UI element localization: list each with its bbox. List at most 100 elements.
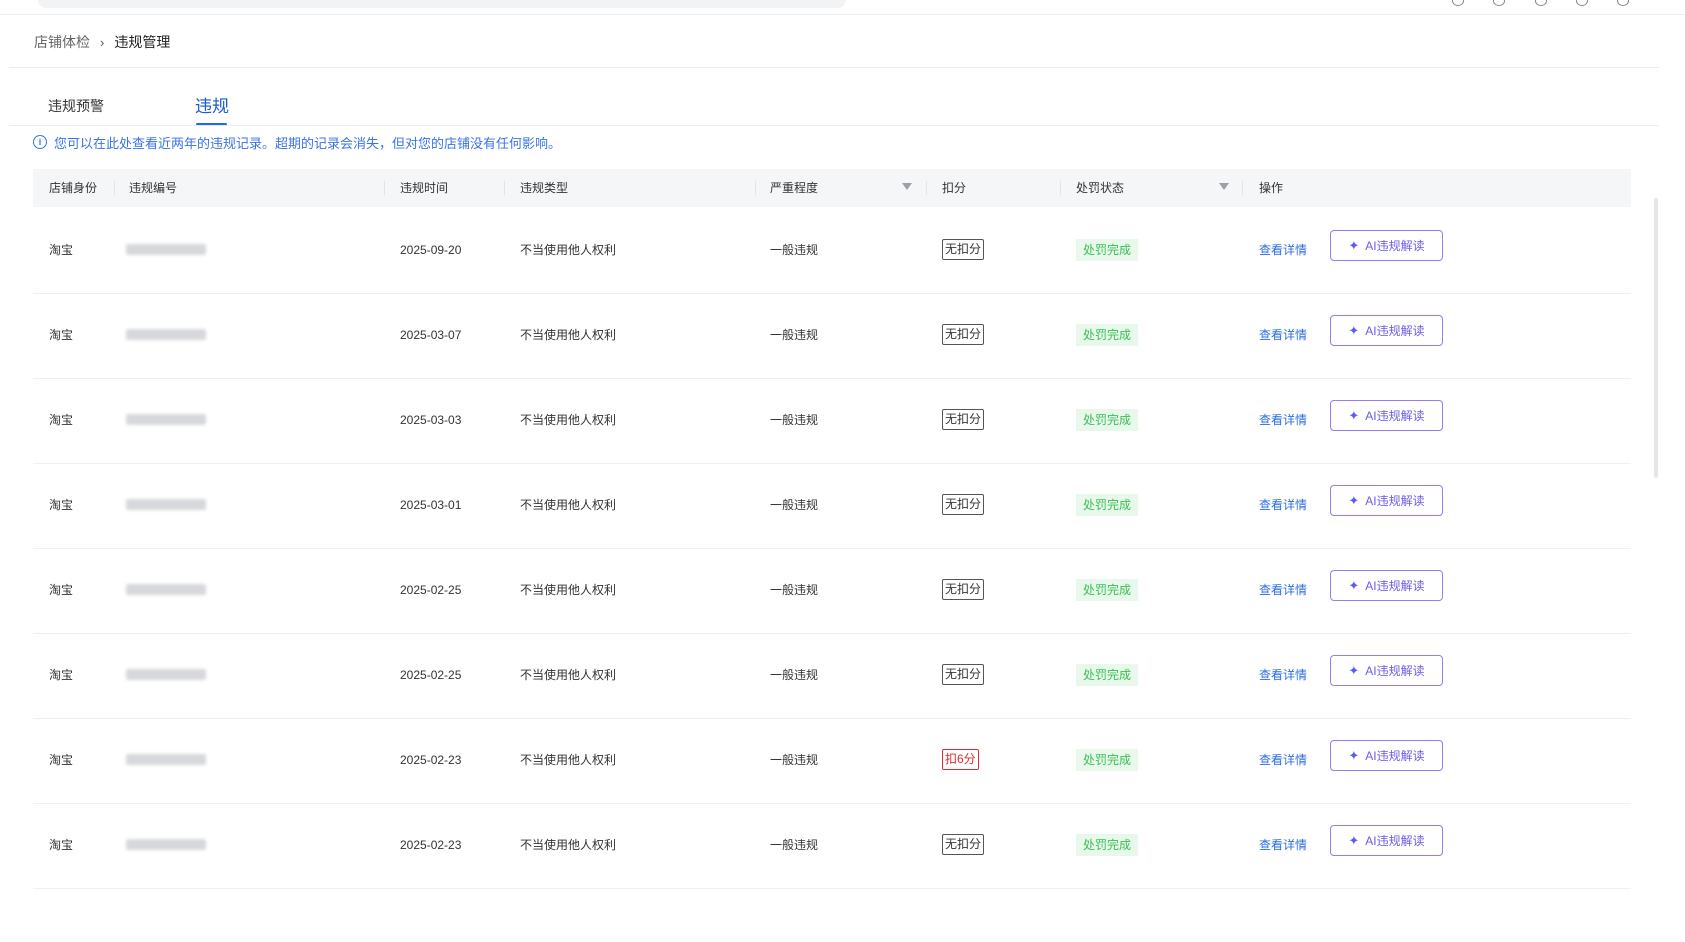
shop-identity: 淘宝 [49, 498, 74, 512]
ai-explain-button[interactable]: ✦ AI违规解读 [1330, 485, 1443, 516]
ai-explain-button[interactable]: ✦ AI违规解读 [1330, 825, 1443, 856]
violation-type: 不当使用他人权利 [520, 753, 617, 767]
deduction-badge: 无扣分 [942, 239, 985, 260]
table-row: 淘宝 2025-02-23 不当使用他人权利 一般违规 无扣分 处罚完成 查看详情 ✦ AI违规… [33, 803, 1631, 889]
severity-filter-icon[interactable] [902, 183, 912, 190]
view-details-link[interactable]: 查看详情 [1259, 548, 1307, 633]
shop-identity: 淘宝 [49, 753, 74, 767]
severity: 一般违规 [770, 753, 819, 767]
violation-no-redacted [126, 414, 206, 425]
ai-explain-button[interactable]: ✦ AI违规解读 [1330, 400, 1443, 431]
shop-identity: 淘宝 [49, 838, 74, 852]
deduction-badge: 无扣分 [942, 579, 985, 600]
header-severity: 严重程度 [770, 181, 819, 195]
column-divider [926, 181, 927, 195]
settings-icon[interactable] [1617, 0, 1629, 6]
column-divider [114, 181, 115, 195]
view-details-link[interactable]: 查看详情 [1259, 803, 1307, 888]
column-divider [1242, 181, 1243, 195]
chevron-right-icon: › [100, 34, 105, 50]
header-divider [9, 67, 1659, 68]
tab-divider [9, 125, 1659, 126]
deduction-badge: 无扣分 [942, 834, 985, 855]
violation-type: 不当使用他人权利 [520, 838, 617, 852]
breadcrumb-current: 违规管理 [114, 34, 171, 50]
table-row: 淘宝 2025-02-25 不当使用他人权利 一般违规 无扣分 处罚完成 查看详情 ✦ AI违规… [33, 548, 1631, 634]
search-bar[interactable] [38, 0, 846, 8]
message-icon[interactable] [1493, 0, 1505, 6]
top-bar [0, 0, 1685, 15]
shop-identity: 淘宝 [49, 413, 74, 427]
header-violation-time: 违规时间 [400, 181, 449, 195]
ai-explain-button[interactable]: ✦ AI违规解读 [1330, 315, 1443, 346]
status-filter-icon[interactable] [1219, 183, 1229, 190]
severity: 一般违规 [770, 838, 819, 852]
sparkle-icon: ✦ [1348, 407, 1360, 423]
violation-no-redacted [126, 584, 206, 595]
violation-date: 2025-02-23 [400, 838, 462, 852]
sparkle-icon: ✦ [1348, 747, 1360, 763]
header-penalty-status: 处罚状态 [1076, 181, 1125, 195]
ai-explain-button[interactable]: ✦ AI违规解读 [1330, 570, 1443, 601]
violation-date: 2025-02-25 [400, 583, 462, 597]
violation-type: 不当使用他人权利 [520, 243, 617, 257]
view-details-link[interactable]: 查看详情 [1259, 293, 1307, 378]
violation-type: 不当使用他人权利 [520, 328, 617, 342]
table-row: 淘宝 2025-03-07 不当使用他人权利 一般违规 无扣分 处罚完成 查看详情 ✦ AI违规… [33, 293, 1631, 379]
deduction-badge: 无扣分 [942, 494, 985, 515]
column-divider [384, 181, 385, 195]
status-badge: 处罚完成 [1076, 749, 1139, 771]
tab-violation[interactable]: 违规 [195, 92, 229, 117]
breadcrumb: 店铺体检 › 违规管理 [34, 32, 170, 52]
view-details-link[interactable]: 查看详情 [1259, 463, 1307, 548]
violation-type: 不当使用他人权利 [520, 498, 617, 512]
violation-date: 2025-02-23 [400, 753, 462, 767]
sparkle-icon: ✦ [1348, 322, 1360, 338]
sparkle-icon: ✦ [1348, 577, 1360, 593]
violation-no-redacted [126, 329, 206, 340]
violation-no-redacted [126, 499, 206, 510]
sparkle-icon: ✦ [1348, 662, 1360, 678]
severity: 一般违规 [770, 243, 819, 257]
breadcrumb-parent[interactable]: 店铺体检 [34, 32, 90, 52]
violation-no-redacted [126, 839, 206, 850]
view-details-link[interactable]: 查看详情 [1259, 718, 1307, 803]
deduction-badge: 扣6分 [942, 749, 979, 770]
violation-date: 2025-03-01 [400, 498, 462, 512]
shop-identity: 淘宝 [49, 243, 74, 257]
ai-explain-button[interactable]: ✦ AI违规解读 [1330, 230, 1443, 261]
table-row: 淘宝 2025-09-20 不当使用他人权利 一般违规 无扣分 处罚完成 查看详情 ✦ AI违规… [33, 208, 1631, 294]
status-badge: 处罚完成 [1076, 409, 1139, 431]
deduction-badge: 无扣分 [942, 664, 985, 685]
ai-explain-button[interactable]: ✦ AI违规解读 [1330, 740, 1443, 771]
scrollbar[interactable] [1654, 198, 1658, 478]
shop-identity: 淘宝 [49, 583, 74, 597]
violation-date: 2025-03-07 [400, 328, 462, 342]
help-icon[interactable] [1452, 0, 1464, 6]
status-badge: 处罚完成 [1076, 324, 1139, 346]
notice-banner: i 您可以在此处查看近两年的违规记录。超期的记录会消失，但对您的店铺没有任何影响… [33, 133, 561, 151]
shop-identity: 淘宝 [49, 328, 74, 342]
status-badge: 处罚完成 [1076, 239, 1139, 261]
status-badge: 处罚完成 [1076, 579, 1139, 601]
violation-type: 不当使用他人权利 [520, 413, 617, 427]
ai-explain-button[interactable]: ✦ AI违规解读 [1330, 655, 1443, 686]
tab-violation-warning[interactable]: 违规预警 [48, 96, 104, 116]
view-details-link[interactable]: 查看详情 [1259, 378, 1307, 463]
violation-date: 2025-03-03 [400, 413, 462, 427]
deduction-badge: 无扣分 [942, 409, 985, 430]
grid-icon[interactable] [1535, 0, 1547, 6]
notification-icon[interactable] [1576, 0, 1588, 6]
header-violation-type: 违规类型 [520, 181, 569, 195]
view-details-link[interactable]: 查看详情 [1259, 633, 1307, 718]
header-shop-identity: 店铺身份 [49, 181, 98, 195]
ai-explain-label: AI违规解读 [1365, 324, 1425, 338]
violation-no-redacted [126, 669, 206, 680]
ai-explain-label: AI违规解读 [1365, 494, 1425, 508]
view-details-link[interactable]: 查看详情 [1259, 208, 1307, 293]
column-divider [755, 181, 756, 195]
header-actions: 操作 [1259, 181, 1284, 195]
ai-explain-label: AI违规解读 [1365, 749, 1425, 763]
violation-no-redacted [126, 754, 206, 765]
sparkle-icon: ✦ [1348, 237, 1360, 253]
